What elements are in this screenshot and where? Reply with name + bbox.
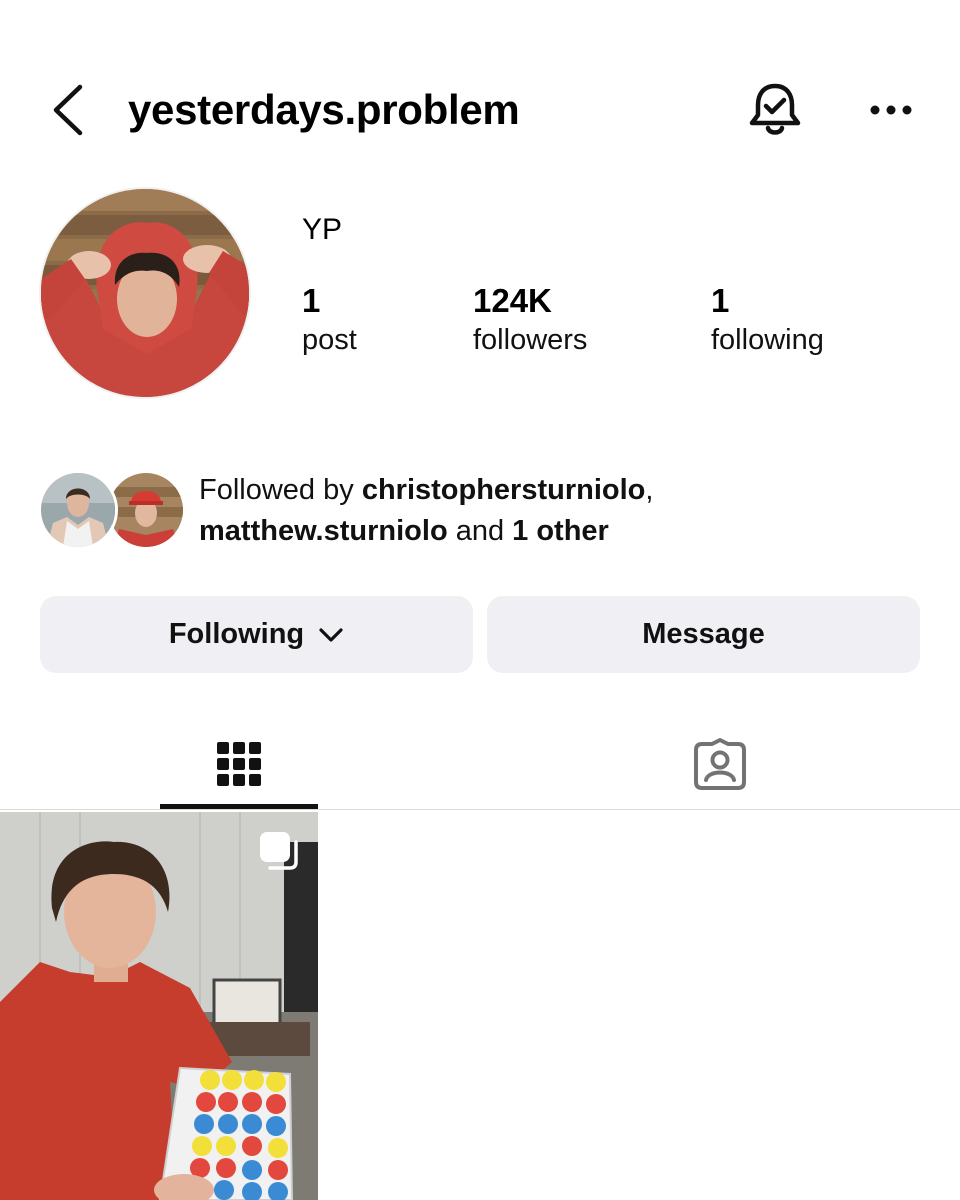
- following-stat[interactable]: 1 following: [711, 282, 824, 360]
- profile-photo: [41, 189, 249, 397]
- grid-icon: [217, 742, 261, 786]
- notifications-button[interactable]: [746, 78, 804, 140]
- mutual-user-1[interactable]: christophersturniolo: [362, 474, 646, 506]
- tab-tagged[interactable]: [640, 718, 800, 810]
- tagged-person-icon: [694, 738, 746, 790]
- followers-count: 124K: [473, 282, 552, 319]
- more-horizontal-icon: [870, 105, 912, 115]
- following-button[interactable]: Following: [40, 596, 473, 673]
- mutual-others[interactable]: 1 other: [512, 515, 609, 547]
- profile-username: yesterdays.problem: [128, 86, 520, 133]
- followed-by-prefix: Followed by: [199, 474, 362, 506]
- chevron-down-icon: [318, 626, 344, 644]
- chevron-left-icon: [53, 84, 83, 136]
- bell-check-icon: [749, 83, 801, 135]
- profile-display-name: YP: [302, 213, 343, 246]
- posts-label: post: [302, 324, 357, 356]
- following-label: following: [711, 324, 824, 356]
- multi-photo-icon: [256, 828, 302, 874]
- following-button-label: Following: [168, 618, 305, 650]
- posts-stat[interactable]: 1 post: [302, 282, 357, 360]
- tab-posts-grid[interactable]: [160, 718, 318, 810]
- followers-stat[interactable]: 124K followers: [473, 282, 587, 360]
- posts-count: 1: [302, 282, 321, 319]
- mutual-avatar-2: [106, 470, 186, 550]
- followed-by-text[interactable]: Followed by christophersturniolo, matthe…: [199, 470, 653, 552]
- mutual-user-2[interactable]: matthew.sturniolo: [199, 515, 448, 547]
- tabs-divider: [0, 809, 960, 810]
- more-options-button[interactable]: [864, 90, 920, 130]
- back-button[interactable]: [44, 80, 94, 140]
- followed-by-comma: ,: [645, 474, 654, 506]
- followed-by-and: and: [447, 515, 513, 547]
- message-button-label: Message: [642, 618, 765, 650]
- profile-avatar[interactable]: [39, 187, 251, 399]
- mutual-avatar-1: [38, 470, 118, 550]
- followers-label: followers: [473, 324, 588, 356]
- mutual-followers-avatars[interactable]: [38, 470, 186, 554]
- message-button[interactable]: Message: [487, 596, 920, 673]
- following-count: 1: [711, 282, 730, 319]
